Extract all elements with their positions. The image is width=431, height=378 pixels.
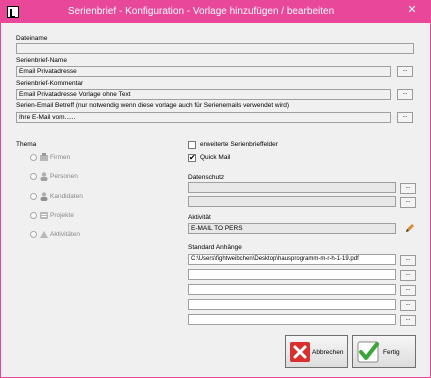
dialog-window: Serienbrief - Konfiguration - Vorlage hi…: [0, 0, 431, 378]
kommentar-field[interactable]: Email Privatadresse Vorlage ohne Text: [16, 89, 391, 100]
ok-button-label: Fertig: [383, 349, 400, 356]
app-icon[interactable]: [7, 6, 19, 18]
betreff-field[interactable]: Ihre E-Mail vom......: [16, 112, 391, 123]
title-bar[interactable]: Serienbrief - Konfiguration - Vorlage hi…: [1, 1, 430, 23]
project-icon: [40, 212, 48, 219]
anhang-browse-button-5[interactable]: ...: [400, 315, 416, 326]
anhaenge-label: Standard Anhänge: [188, 244, 242, 251]
aktivitaet-field[interactable]: E-MAIL TO PERS: [188, 223, 396, 234]
window-title: Serienbrief - Konfiguration - Vorlage hi…: [67, 6, 335, 17]
anhang-browse-button-3[interactable]: ...: [400, 285, 416, 296]
radio-projekte[interactable]: [30, 212, 37, 219]
name-field[interactable]: Email Privatadresse: [16, 66, 391, 77]
kommentar-browse-button[interactable]: ...: [397, 89, 413, 100]
anhang-browse-button-2[interactable]: ...: [400, 270, 416, 281]
radio-projekte-label: Projekte: [50, 212, 74, 219]
cancel-button[interactable]: Abbrechen: [285, 335, 348, 368]
radio-personen[interactable]: [30, 173, 37, 180]
anhang-field-2[interactable]: [188, 269, 396, 280]
close-button[interactable]: ✕: [398, 1, 426, 19]
activity-icon: [40, 231, 48, 238]
radio-aktivitaeten[interactable]: [30, 231, 37, 238]
datenschutz-browse-button-2[interactable]: ...: [400, 197, 416, 208]
radio-aktivitaeten-label: Aktivitäten: [50, 231, 80, 238]
datenschutz-browse-button-1[interactable]: ...: [400, 183, 416, 194]
anhang-field-1[interactable]: C:\Users\fightweibchen\Desktop\hausprogr…: [188, 254, 396, 265]
name-label: Serienbrief-Name: [16, 57, 67, 64]
anhang-field-5[interactable]: [188, 314, 396, 325]
thema-label: Thema: [16, 141, 37, 148]
radio-personen-label: Personen: [50, 173, 78, 180]
anhang-field-3[interactable]: [188, 284, 396, 295]
datenschutz-field-1[interactable]: [188, 182, 396, 193]
name-browse-button[interactable]: ...: [397, 66, 413, 77]
quickmail-label: Quick Mail: [200, 154, 231, 161]
anhang-browse-button-1[interactable]: ...: [400, 255, 416, 266]
kommentar-label: Serienbrief-Kommentar: [16, 80, 84, 87]
candidate-icon: [40, 192, 48, 201]
datenschutz-label: Datenschutz: [188, 174, 225, 181]
erweiterte-checkbox[interactable]: [188, 141, 196, 149]
checkmark-icon: [357, 341, 379, 363]
datenschutz-field-2[interactable]: [188, 196, 396, 207]
betreff-browse-button[interactable]: ...: [397, 112, 413, 123]
radio-firmen-label: Firmen: [50, 154, 71, 161]
pencil-icon[interactable]: [404, 223, 415, 234]
anhang-field-4[interactable]: [188, 299, 396, 310]
betreff-label: Serien-Email Betreff (nur notwendig wenn…: [16, 102, 290, 109]
radio-kandidaten[interactable]: [30, 193, 37, 200]
radio-kandidaten-label: Kandidaten: [50, 193, 83, 200]
anhang-browse-button-4[interactable]: ...: [400, 300, 416, 311]
cancel-x-icon: [290, 342, 310, 362]
cancel-button-label: Abbrechen: [312, 349, 344, 356]
dateiname-label: Dateiname: [16, 35, 48, 42]
person-icon: [40, 172, 48, 181]
aktivitaet-label: Aktivität: [188, 214, 211, 221]
erweiterte-label: erweiterte Serienbrieffelder: [200, 141, 278, 148]
radio-firmen[interactable]: [30, 154, 37, 161]
ok-button[interactable]: Fertig: [352, 335, 416, 368]
building-icon: [40, 153, 48, 161]
dateiname-field[interactable]: [16, 43, 414, 54]
quickmail-checkbox[interactable]: ✔: [188, 154, 196, 162]
